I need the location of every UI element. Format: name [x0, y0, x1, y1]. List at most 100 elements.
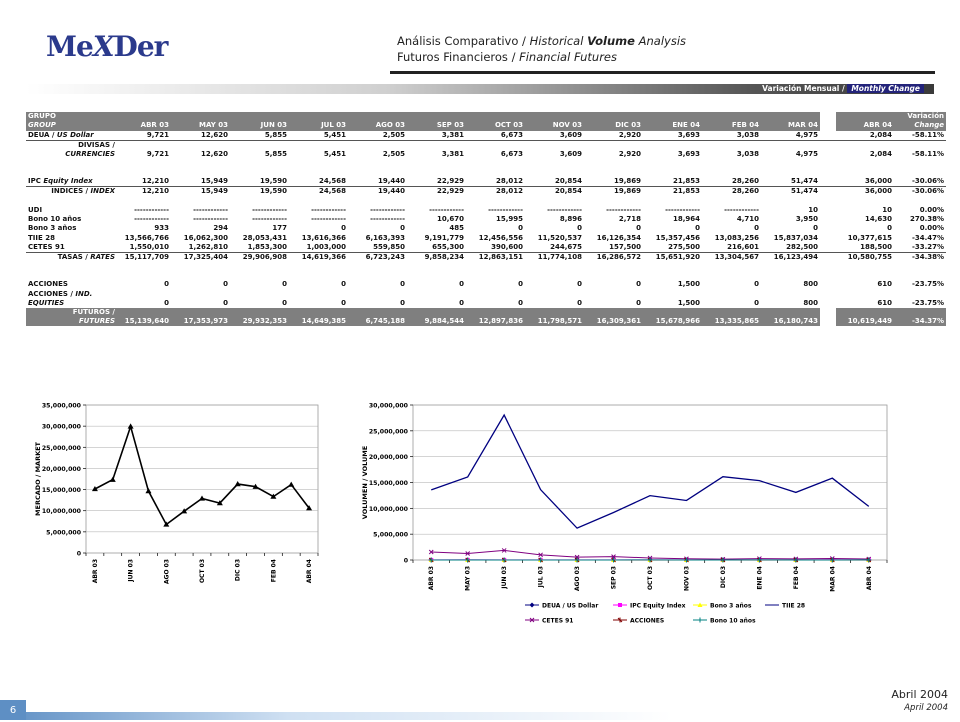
footer-bar: [0, 712, 960, 720]
row-value: 13,304,567: [702, 252, 761, 262]
row-value: 24,568: [289, 187, 348, 197]
gap-cell: [820, 159, 836, 168]
row-label: INDICES / INDEX: [26, 187, 117, 197]
spacer: [820, 140, 836, 159]
row-value: 1,003,000: [289, 243, 348, 253]
legend-entry: DEUA / US Dollar: [542, 602, 598, 609]
row-value: 19,869: [584, 177, 643, 187]
y-tick-label: 0: [77, 551, 82, 558]
row-value: 0: [525, 280, 584, 289]
x-tick-label: OCT 03: [647, 566, 654, 590]
x-tick-label: FEB 04: [793, 566, 800, 589]
row-value: 9,858,234: [407, 252, 466, 262]
row-value: ------------: [230, 215, 289, 224]
row-value: 3,693: [643, 131, 702, 141]
y-tick-label: 25,000,000: [369, 428, 409, 435]
row-label: TIIE 28: [26, 233, 117, 242]
row-value: 3,693: [643, 140, 702, 159]
row-value: 2,505: [348, 140, 407, 159]
row-value: 19,440: [348, 177, 407, 187]
row-change: -34.38%: [894, 252, 946, 262]
gap-cell: [643, 196, 702, 205]
row-change: -34.37%: [894, 308, 946, 326]
gap-cell: [289, 271, 348, 280]
row-value: 15,139,640: [117, 308, 171, 326]
gap-cell: [836, 159, 894, 168]
row-value: 0: [466, 224, 525, 233]
x-tick-label: ABR 03: [92, 559, 99, 583]
header-change: Change: [894, 121, 946, 130]
row-value: 4,975: [761, 131, 820, 141]
gap-cell: [525, 159, 584, 168]
row-value: 1,550,010: [117, 243, 171, 253]
y-tick-label: 5,000,000: [373, 532, 409, 539]
row-value: ------------: [117, 205, 171, 214]
gap-cell: [894, 262, 946, 271]
row-value: 20,854: [525, 177, 584, 187]
row-value: 6,745,188: [348, 308, 407, 326]
row-value: 216,601: [702, 243, 761, 253]
gap-cell: [820, 196, 836, 205]
header-blank: [348, 112, 407, 121]
row-change: 0.00%: [894, 205, 946, 214]
row-value: 16,309,361: [584, 308, 643, 326]
gap-cell: [171, 168, 230, 177]
row-value: 800: [761, 290, 820, 308]
x-tick-label: MAY 03: [465, 566, 472, 591]
row-abr04: 10,619,449: [836, 308, 894, 326]
row-label: CETES 91: [26, 243, 117, 253]
y-tick-label: 20,000,000: [42, 466, 82, 473]
row-abr04: 10,580,755: [836, 252, 894, 262]
x-tick-label: ENE 04: [756, 566, 763, 590]
row-change: -58.11%: [894, 131, 946, 141]
legend-swatch-marker: [530, 603, 535, 608]
row-label: FUTUROS /FUTURES: [26, 308, 117, 326]
gap-cell: [348, 262, 407, 271]
row-label: ACCIONES / IND.EQUITIES: [26, 290, 117, 308]
row-value: 10,670: [407, 215, 466, 224]
row-value: 6,673: [466, 131, 525, 141]
row-value: 0: [702, 290, 761, 308]
header-blank: [171, 112, 230, 121]
gap-cell: [348, 271, 407, 280]
table-gap-row: [26, 271, 946, 280]
header-month: FEB 04: [702, 121, 761, 130]
gap-cell: [894, 159, 946, 168]
spacer: [820, 121, 836, 130]
row-change: -23.75%: [894, 280, 946, 289]
y-tick-label: 20,000,000: [369, 454, 409, 461]
header-blank: [525, 112, 584, 121]
row-value: 0: [289, 290, 348, 308]
gap-cell: [643, 262, 702, 271]
header-month: JUN 03: [230, 121, 289, 130]
row-value: 18,964: [643, 215, 702, 224]
row-abr04: 14,630: [836, 215, 894, 224]
row-label: ACCIONES: [26, 280, 117, 289]
row-value: 22,929: [407, 187, 466, 197]
header-blank: [230, 112, 289, 121]
row-value: 0: [230, 280, 289, 289]
gap-cell: [584, 168, 643, 177]
legend-entry: CETES 91: [542, 617, 573, 624]
row-value: 0: [117, 290, 171, 308]
header-month: NOV 03: [525, 121, 584, 130]
header-blank: [836, 112, 894, 121]
header-month: MAR 04: [761, 121, 820, 130]
row-value: 5,855: [230, 140, 289, 159]
row-value: 9,721: [117, 131, 171, 141]
row-value: 1,500: [643, 280, 702, 289]
gap-cell: [820, 262, 836, 271]
row-value: 19,869: [584, 187, 643, 197]
row-value: 20,854: [525, 187, 584, 197]
spacer: [820, 187, 836, 197]
gap-cell: [525, 271, 584, 280]
header-month: ENE 04: [643, 121, 702, 130]
gap-cell: [761, 168, 820, 177]
row-value: ------------: [117, 215, 171, 224]
gap-cell: [836, 196, 894, 205]
row-value: 16,180,743: [761, 308, 820, 326]
legend-entry: Bono 3 años: [710, 602, 752, 609]
gap-cell: [230, 262, 289, 271]
header-rule: [390, 71, 935, 74]
row-value: 0: [407, 290, 466, 308]
